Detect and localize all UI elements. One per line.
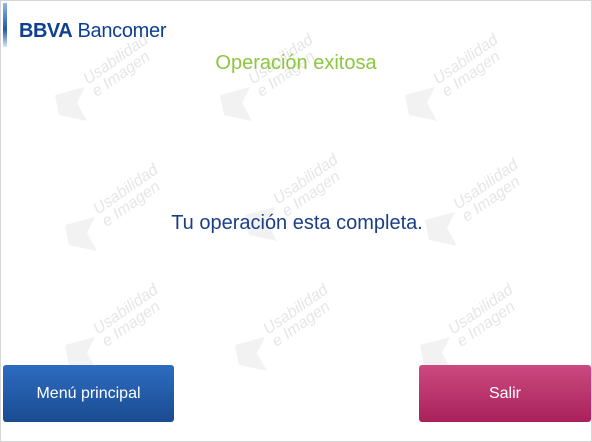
watermark: Usabilidad e Imagen [51, 31, 161, 141]
logo-bbva-text: BBVA [19, 20, 73, 42]
atm-screen: BBVA Bancomer Usabilidad e Imagen Usabili… [0, 0, 592, 442]
watermark-line1: Usabilidad [270, 151, 342, 209]
watermark-line1: Usabilidad [445, 281, 517, 339]
watermark-icon [55, 87, 87, 121]
page-title: Operación exitosa [215, 52, 377, 74]
watermark-icon [235, 337, 267, 371]
watermark-line2: e Imagen [99, 298, 164, 351]
watermark-line1: Usabilidad [90, 281, 162, 339]
watermark-icon [405, 87, 437, 121]
logo-bancomer-text: Bancomer [77, 20, 167, 42]
watermark-icon [220, 87, 252, 121]
accent-bar [3, 3, 7, 47]
bbva-bancomer-logo: BBVA Bancomer [19, 20, 167, 43]
exit-button[interactable]: Salir [419, 365, 591, 422]
watermark-line1: Usabilidad [90, 161, 162, 219]
watermark: Usabilidad e Imagen [231, 281, 341, 391]
watermark-line1: Usabilidad [260, 281, 332, 339]
watermark-line2: e Imagen [269, 298, 334, 351]
status-message: Tu operación esta completa. [171, 212, 423, 234]
watermark-line2: e Imagen [454, 298, 519, 351]
watermark: Usabilidad e Imagen [216, 31, 326, 141]
watermark-line1: Usabilidad [450, 156, 522, 214]
main-menu-button[interactable]: Menú principal [3, 365, 174, 422]
watermark: Usabilidad e Imagen [401, 31, 511, 141]
